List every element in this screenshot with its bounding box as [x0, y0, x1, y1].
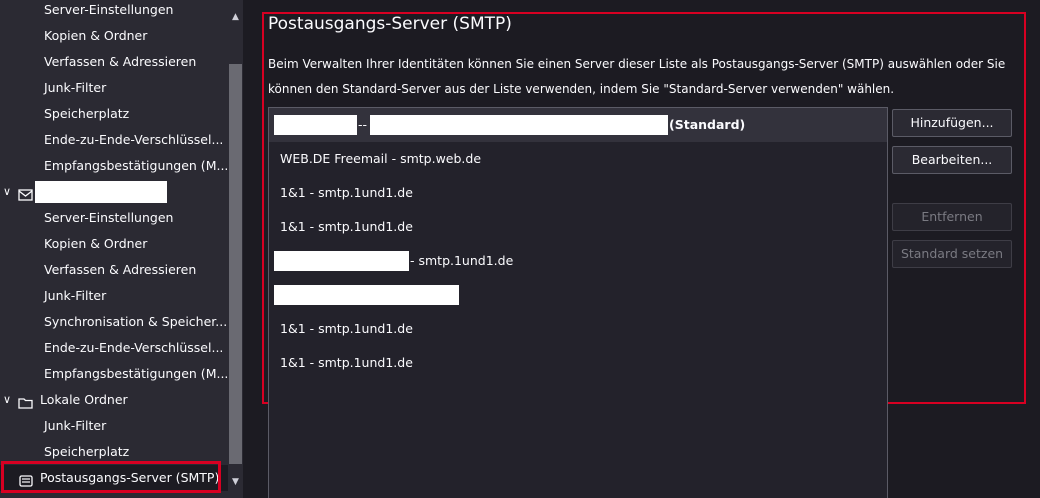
tree-item-junk-2[interactable]: Junk-Filter — [0, 283, 228, 309]
tree-item-label: Empfangsbestätigungen (M... — [44, 158, 228, 173]
page-title: Postausgangs-Server (SMTP) — [268, 14, 512, 34]
tree-item-label: Junk-Filter — [44, 80, 107, 95]
account-settings-window: Server-Einstellungen Kopien & Ordner Ver… — [0, 0, 1040, 498]
tree-item-label: Ende-zu-Ende-Verschlüssel... — [44, 340, 224, 355]
list-item[interactable]: 1&1 - smtp.1und1.de — [269, 176, 887, 210]
tree-item-label: Junk-Filter — [44, 418, 107, 433]
highlight-outline — [1, 461, 221, 493]
tree-item-label: Verfassen & Adressieren — [44, 262, 197, 277]
tree-item-e2e-2[interactable]: Ende-zu-Ende-Verschlüssel... — [0, 335, 228, 361]
list-item-label: - smtp.1und1.de — [410, 253, 514, 268]
add-button[interactable]: Hinzufügen... — [892, 109, 1012, 137]
folder-icon — [18, 393, 34, 409]
tree-item-label: Ende-zu-Ende-Verschlüssel... — [44, 132, 224, 147]
description-line: können den Standard-Server aus der Liste… — [268, 81, 895, 96]
tree-item-local-folders[interactable]: ∨ Lokale Ordner — [0, 387, 228, 413]
tree-item-e2e[interactable]: Ende-zu-Ende-Verschlüssel... — [0, 127, 228, 153]
tree-item-label: Verfassen & Adressieren — [44, 54, 197, 69]
scrollbar-thumb[interactable] — [229, 64, 242, 464]
list-item-label: 1&1 - smtp.1und1.de — [280, 355, 413, 370]
description-line: Beim Verwalten Ihrer Identitäten können … — [268, 57, 1006, 71]
tree-item-label: Junk-Filter — [44, 288, 107, 303]
tree-item-server-settings-2[interactable]: Server-Einstellungen — [0, 205, 228, 231]
tree-item-composition-2[interactable]: Verfassen & Adressieren — [0, 257, 228, 283]
list-item-label: 1&1 - smtp.1und1.de — [280, 219, 413, 234]
list-item[interactable]: 1&1 - smtp.1und1.de — [269, 210, 887, 244]
redacted-text — [370, 115, 668, 135]
scroll-down-icon[interactable]: ▼ — [229, 475, 242, 489]
account-tree: Server-Einstellungen Kopien & Ordner Ver… — [0, 0, 228, 498]
list-item-label: 1&1 - smtp.1und1.de — [280, 321, 413, 336]
chevron-down-icon[interactable]: ∨ — [0, 179, 14, 205]
default-badge: (Standard) — [669, 117, 746, 132]
tree-item-server-settings[interactable]: Server-Einstellungen — [0, 0, 228, 23]
tree-item-receipts-2[interactable]: Empfangsbestätigungen (M... — [0, 361, 228, 387]
set-default-button[interactable]: Standard setzen — [892, 240, 1012, 268]
tree-item-label: Kopien & Ordner — [44, 28, 148, 43]
tree-item-composition[interactable]: Verfassen & Adressieren — [0, 49, 228, 75]
tree-item-copies-folders[interactable]: Kopien & Ordner — [0, 23, 228, 49]
tree-item-label: Empfangsbestätigungen (M... — [44, 366, 228, 381]
redacted-account-name — [35, 181, 167, 203]
redacted-text — [274, 285, 459, 305]
tree-item-label: Synchronisation & Speicher... — [44, 314, 228, 329]
tree-item-junk-3[interactable]: Junk-Filter — [0, 413, 228, 439]
tree-item-sync[interactable]: Synchronisation & Speicher... — [0, 309, 228, 335]
list-item[interactable]: - smtp.1und1.de — [269, 244, 887, 278]
tree-item-label: Kopien & Ordner — [44, 236, 148, 251]
mail-account-icon — [18, 185, 34, 201]
tree-item-copies-folders-2[interactable]: Kopien & Ordner — [0, 231, 228, 257]
tree-item-label: Server-Einstellungen — [44, 2, 174, 17]
list-item[interactable]: 1&1 - smtp.1und1.de — [269, 346, 887, 380]
list-item[interactable]: WEB.DE Freemail - smtp.web.de — [269, 142, 887, 176]
tree-item-label: Server-Einstellungen — [44, 210, 174, 225]
tree-item-junk[interactable]: Junk-Filter — [0, 75, 228, 101]
tree-item-label: Lokale Ordner — [40, 392, 128, 407]
tree-item-account[interactable]: ∨ — [0, 179, 228, 205]
redacted-text — [274, 251, 409, 271]
redacted-text — [274, 115, 357, 135]
tree-item-receipts[interactable]: Empfangsbestätigungen (M... — [0, 153, 228, 179]
tree-item-label: Speicherplatz — [44, 106, 130, 121]
remove-button[interactable]: Entfernen — [892, 203, 1012, 231]
page-description: Beim Verwalten Ihrer Identitäten können … — [268, 52, 1008, 101]
list-item[interactable] — [269, 278, 887, 312]
list-item-default[interactable]: -- (Standard) — [269, 108, 887, 142]
list-item[interactable]: 1&1 - smtp.1und1.de — [269, 312, 887, 346]
scroll-up-icon[interactable]: ▲ — [229, 10, 242, 24]
tree-item-disk-space[interactable]: Speicherplatz — [0, 101, 228, 127]
chevron-down-icon[interactable]: ∨ — [0, 387, 14, 413]
list-item-label: WEB.DE Freemail - smtp.web.de — [280, 151, 482, 166]
list-item-label: -- — [358, 117, 368, 132]
list-item-label: 1&1 - smtp.1und1.de — [280, 185, 413, 200]
smtp-server-list[interactable]: -- (Standard) WEB.DE Freemail - smtp.web… — [268, 107, 888, 498]
edit-button[interactable]: Bearbeiten... — [892, 146, 1012, 174]
